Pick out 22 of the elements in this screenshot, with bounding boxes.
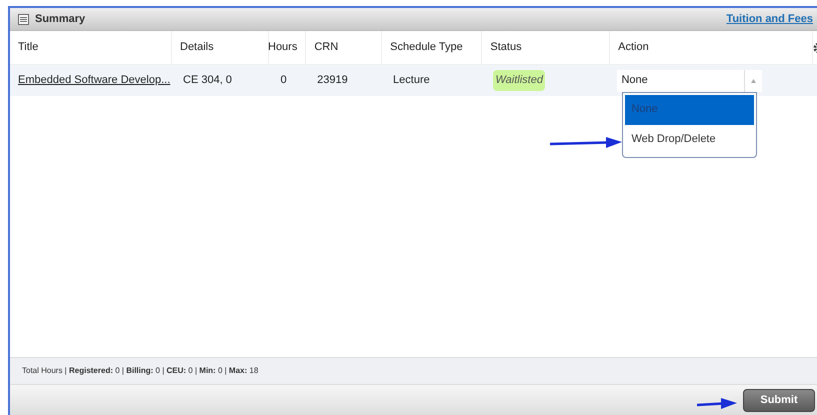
table-icon (18, 14, 29, 24)
panel-title: Summary (35, 12, 86, 27)
column-header: Details (180, 40, 214, 56)
dropdown-option[interactable]: Web Drop/Delete (625, 124, 754, 154)
column-header: Hours (268, 40, 298, 56)
column-header: Title (18, 40, 38, 56)
table-cell-text: 23919 (317, 73, 348, 88)
submit-button[interactable]: Submit (743, 388, 815, 412)
caret-icon (751, 78, 756, 82)
column-header: CRN (314, 40, 338, 56)
arrow-icon (550, 137, 622, 149)
column-header: Action (618, 40, 649, 56)
column-header: Schedule Type (390, 40, 463, 56)
course-link[interactable]: Embedded Software Develop... (18, 72, 170, 89)
table-cell-text: CE 304, 0 (183, 73, 232, 88)
status-badge: Waitlisted (493, 70, 545, 91)
column-header: Status (490, 40, 522, 56)
table-cell-text: Lecture (393, 73, 430, 88)
table-cell-text: 0 (280, 73, 287, 88)
arrow-icon (697, 398, 737, 410)
total-hours-summary: Total Hours | Registered: 0 | Billing: 0 | CEU: 0 | Min: 0 | Max: 18 (22, 365, 258, 377)
tuition-fees-link[interactable]: Tuition and Fees (726, 10, 813, 28)
